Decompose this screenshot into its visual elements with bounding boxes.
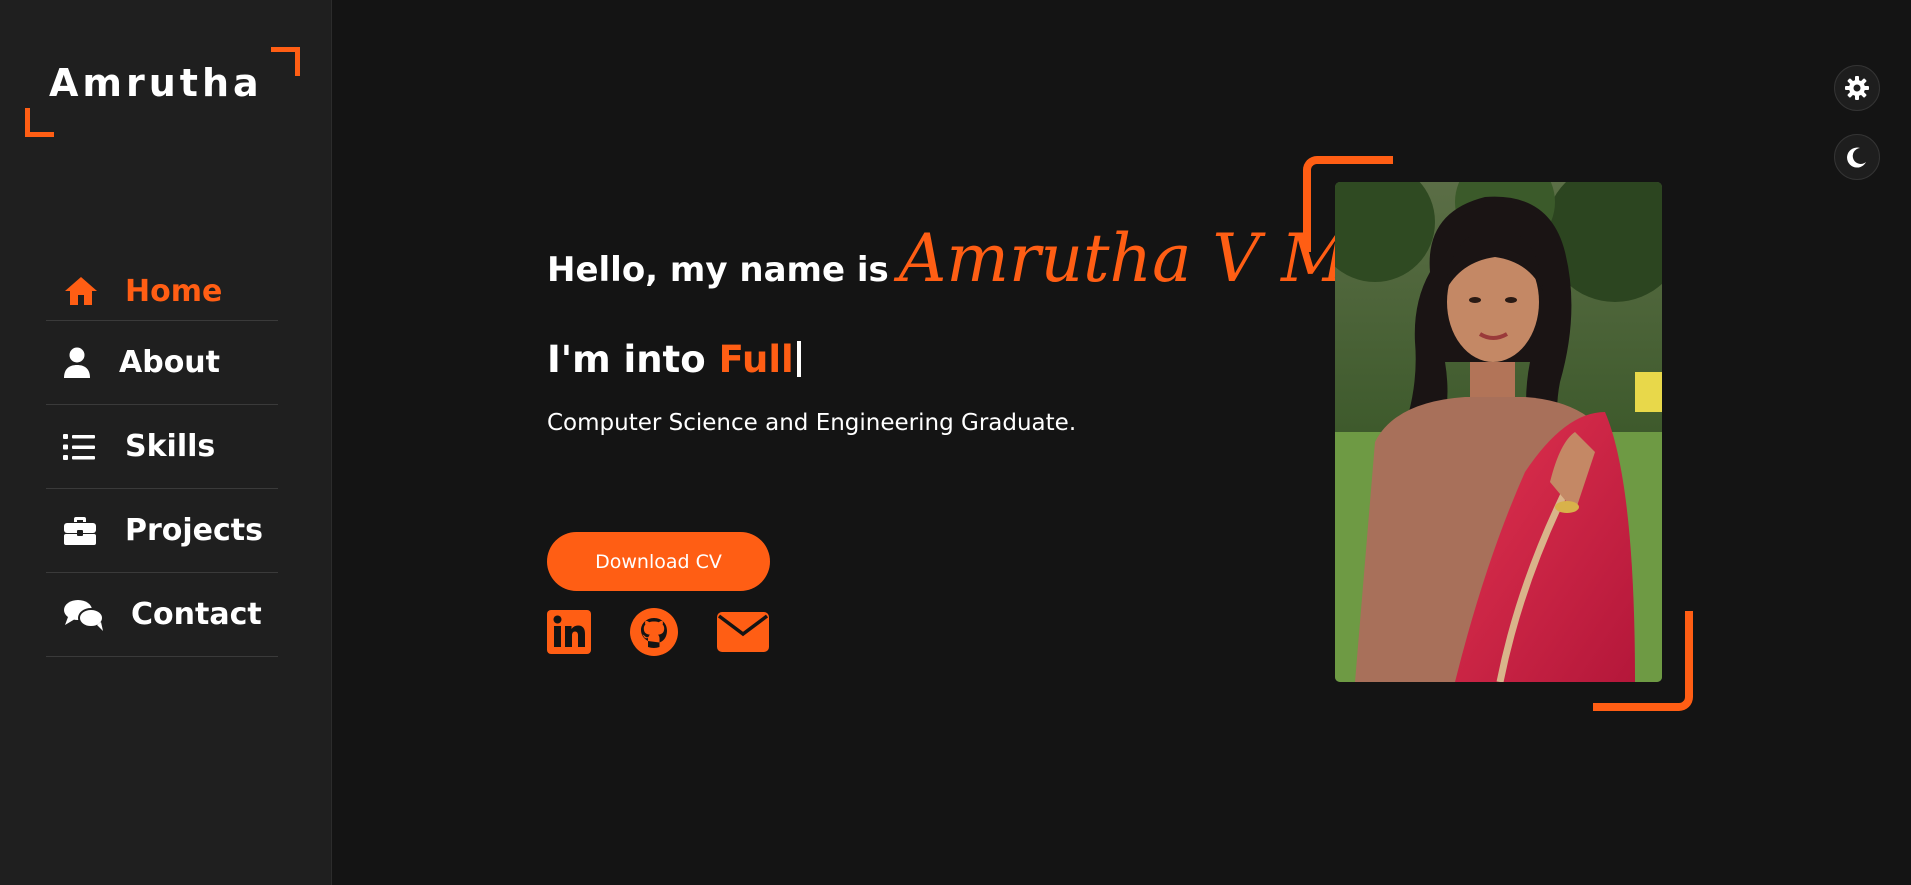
sidebar-item-label: Skills xyxy=(125,429,216,464)
sidebar-item-projects[interactable]: Projects xyxy=(46,489,278,573)
hero-description: Computer Science and Engineering Graduat… xyxy=(547,410,1077,436)
social-links xyxy=(547,607,807,657)
sidebar-item-label: Projects xyxy=(125,513,264,548)
logo-corner-top-right xyxy=(271,47,300,76)
sidebar-item-home[interactable]: Home xyxy=(46,262,278,321)
chat-icon xyxy=(63,598,109,632)
hero-name: Amrutha V M xyxy=(898,220,1349,297)
gear-icon xyxy=(1844,75,1870,101)
sidebar-item-skills[interactable]: Skills xyxy=(46,405,278,489)
sidebar-item-label: Home xyxy=(125,273,223,309)
linkedin-icon[interactable] xyxy=(547,610,591,654)
logo-corner-bottom-left xyxy=(25,108,54,137)
profile-photo-frame xyxy=(1303,156,1693,711)
home-icon xyxy=(63,274,103,308)
sidebar-item-label: About xyxy=(119,345,221,380)
moon-icon xyxy=(1845,145,1869,169)
greeting-text: Hello, my name is xyxy=(547,250,889,290)
role-prefix: I'm into xyxy=(547,338,706,381)
sidebar-nav: Home About Skills Projects Contact xyxy=(46,262,278,657)
sidebar-item-label: Contact xyxy=(131,597,262,632)
profile-photo xyxy=(1335,182,1662,682)
github-icon[interactable] xyxy=(629,607,679,657)
download-cv-button[interactable]: Download CV xyxy=(547,532,770,591)
role-typed: Full xyxy=(718,338,794,381)
hero-role: I'm into Full xyxy=(547,338,801,381)
hero-greeting: Hello, my name is Amrutha V M xyxy=(547,220,1349,297)
sidebar-item-contact[interactable]: Contact xyxy=(46,573,278,657)
settings-button[interactable] xyxy=(1834,65,1880,111)
user-icon xyxy=(63,346,97,380)
logo-text: Amrutha xyxy=(49,61,263,105)
theme-toggle-button[interactable] xyxy=(1834,134,1880,180)
app-root: Amrutha Home About Skills Projects Conta… xyxy=(0,0,1911,885)
mail-icon[interactable] xyxy=(717,612,769,652)
typing-cursor xyxy=(796,341,801,377)
logo[interactable]: Amrutha xyxy=(25,47,300,137)
list-icon xyxy=(63,430,103,464)
sidebar: Amrutha Home About Skills Projects Conta… xyxy=(0,0,332,885)
sidebar-item-about[interactable]: About xyxy=(46,321,278,405)
briefcase-icon xyxy=(63,514,103,548)
